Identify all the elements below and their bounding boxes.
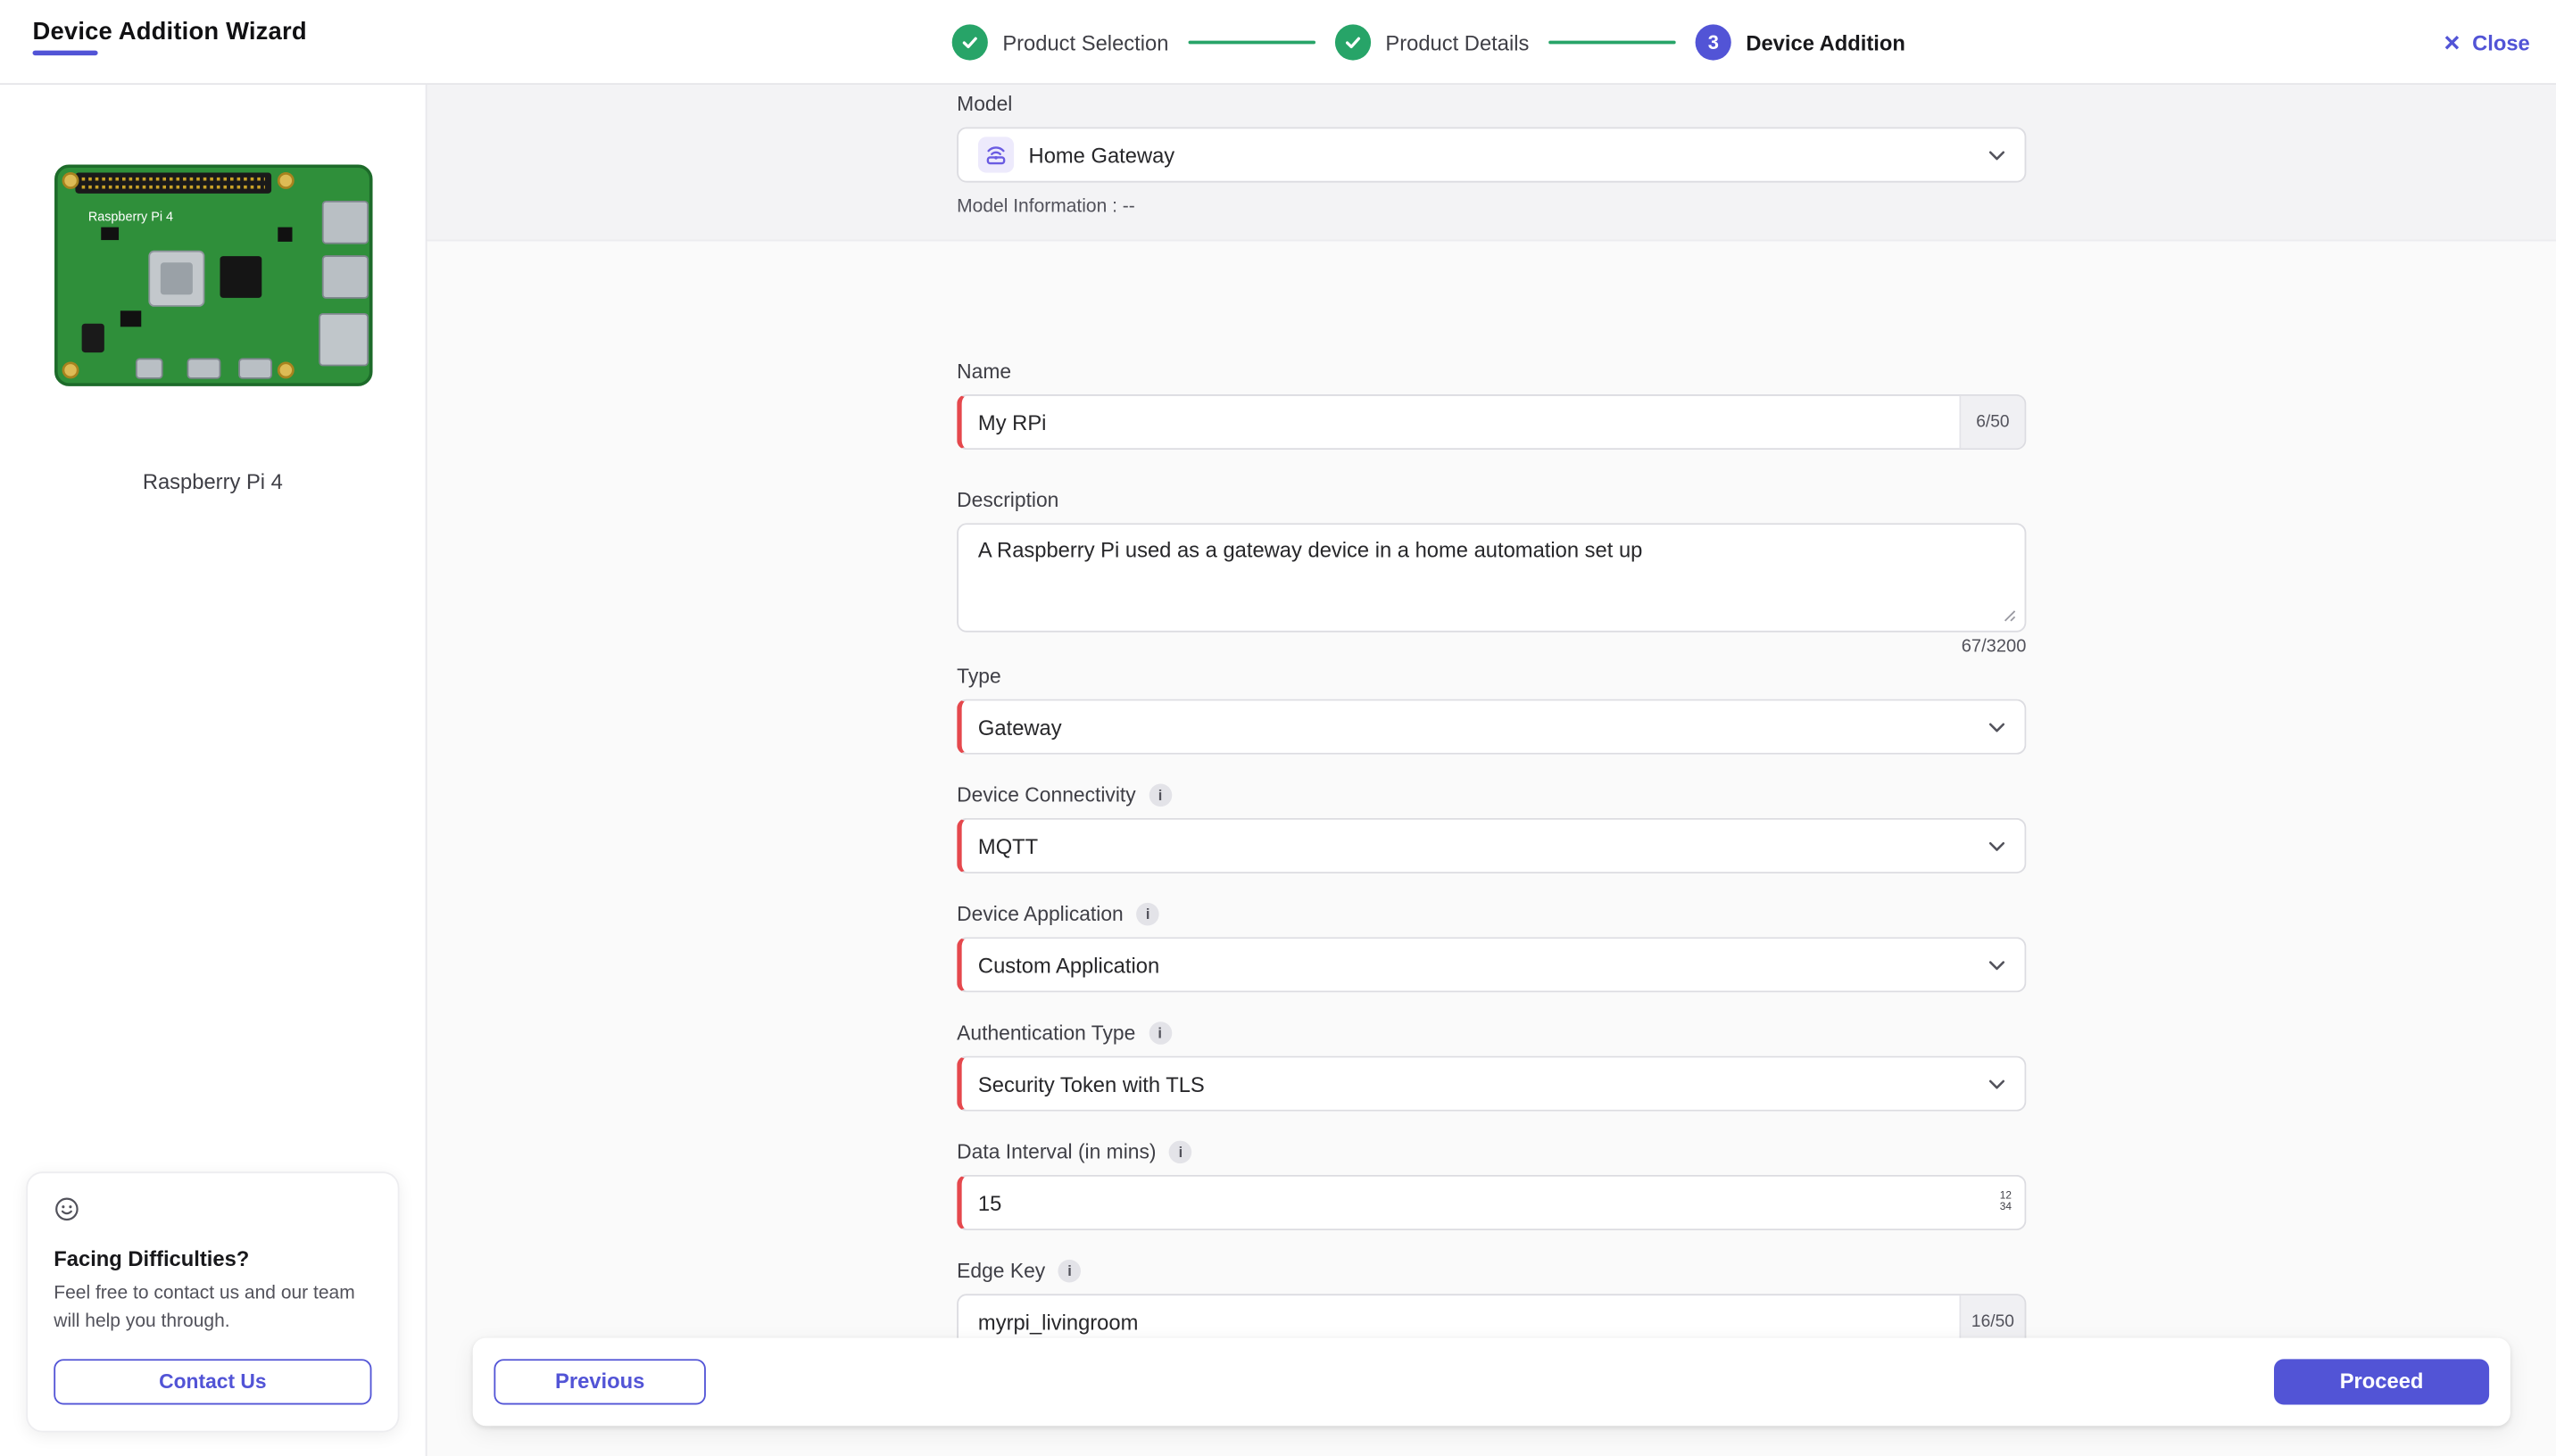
page-title: Device Addition Wizard [32, 18, 307, 46]
edge-key-label: Edge Key i [957, 1259, 2026, 1283]
svg-text:Raspberry Pi 4: Raspberry Pi 4 [87, 210, 172, 224]
model-section: Model Home Gateway Model Information: -… [427, 84, 2556, 242]
name-field-row: Name My RPi 6/50 [957, 360, 2027, 451]
device-application-label: Device Application i [957, 902, 2026, 926]
data-interval-label: Data Interval (in mins) i [957, 1140, 2026, 1164]
step-complete-check-icon [1334, 24, 1371, 61]
number-stepper[interactable]: 12 34 [2000, 1191, 2012, 1213]
device-form: Name My RPi 6/50 Description A Raspberry… [957, 241, 2027, 1350]
step-product-details[interactable]: Product Details [1334, 24, 1530, 61]
name-char-counter: 6/50 [1959, 395, 2025, 449]
authentication-type-select[interactable]: Security Token with TLS [957, 1055, 2027, 1112]
authentication-type-label: Authentication Type i [957, 1022, 2026, 1045]
help-card: Facing Difficulties? Feel free to contac… [26, 1171, 400, 1432]
name-label: Name [957, 360, 1012, 384]
device-connectivity-label: Device Connectivity i [957, 783, 2026, 807]
previous-button[interactable]: Previous [494, 1358, 706, 1404]
model-information-text: Model Information : -- [957, 197, 1135, 217]
step-connector [1188, 40, 1315, 45]
model-value: Home Gateway [1028, 142, 1175, 168]
step-label: Product Details [1385, 29, 1530, 55]
chevron-down-icon [1988, 145, 2007, 165]
gateway-icon [977, 136, 1015, 173]
description-char-counter: 67/3200 [1961, 637, 2027, 658]
step-label: Device Addition [1746, 29, 1905, 55]
help-title: Facing Difficulties? [54, 1246, 250, 1271]
interval-field-row: Data Interval (in mins) i 15 12 34 [957, 1140, 2027, 1231]
data-interval-input[interactable]: 15 12 34 [957, 1174, 2027, 1231]
device-application-select[interactable]: Custom Application [957, 937, 2027, 993]
info-icon[interactable]: i [1149, 783, 1172, 807]
info-icon[interactable]: i [1136, 902, 1159, 926]
contact-us-button[interactable]: Contact Us [54, 1358, 372, 1404]
smiley-icon [54, 1197, 79, 1228]
chevron-down-icon [1988, 1074, 2007, 1094]
info-icon[interactable]: i [1169, 1140, 1192, 1164]
type-label: Type [957, 665, 1001, 688]
step-label: Product Selection [1002, 29, 1169, 55]
model-label: Model [957, 93, 1013, 116]
wizard-stepper: Product Selection Product Details 3 Devi… [951, 0, 1905, 85]
type-select[interactable]: Gateway [957, 699, 2027, 755]
application-field-row: Device Application i Custom Application [957, 902, 2027, 993]
title-underline [32, 50, 98, 56]
info-icon[interactable]: i [1148, 1022, 1172, 1045]
chevron-down-icon [1988, 836, 2007, 856]
device-addition-wizard: Device Addition Wizard Product Selection… [0, 0, 2556, 1456]
close-icon: ✕ [2443, 29, 2461, 55]
auth-field-row: Authentication Type i Security Token wit… [957, 1022, 2027, 1112]
step-product-selection[interactable]: Product Selection [951, 24, 1169, 61]
help-body: Feel free to contact us and our team wil… [54, 1284, 355, 1331]
info-icon[interactable]: i [1058, 1259, 1082, 1283]
header-title-block: Device Addition Wizard [32, 18, 307, 56]
close-label: Close [2472, 29, 2530, 55]
device-connectivity-select[interactable]: MQTT [957, 817, 2027, 874]
connectivity-field-row: Device Connectivity i MQTT [957, 783, 2027, 874]
close-button[interactable]: ✕ Close [2443, 0, 2529, 85]
type-field-row: Type Gateway [957, 665, 2027, 755]
chevron-down-icon [1988, 717, 2007, 737]
main-content: Model Home Gateway Model Information: -… [427, 84, 2556, 1456]
name-input[interactable]: My RPi 6/50 [957, 394, 2027, 451]
edge-key-field-row: Edge Key i myrpi_livingroom 16/50 [957, 1259, 2027, 1350]
step-complete-check-icon [951, 24, 988, 61]
step-number-badge: 3 [1695, 24, 1731, 61]
step-device-addition[interactable]: 3 Device Addition [1695, 24, 1905, 61]
wizard-header: Device Addition Wizard Product Selection… [0, 0, 2556, 85]
product-name: Raspberry Pi 4 [142, 469, 283, 494]
description-textarea[interactable]: A Raspberry Pi used as a gateway device … [957, 523, 2027, 633]
description-label: Description [957, 488, 1059, 512]
model-select[interactable]: Home Gateway [957, 127, 2027, 183]
description-field-row: Description A Raspberry Pi used as a gat… [957, 488, 2027, 658]
resize-handle-icon[interactable] [2000, 606, 2016, 622]
step-connector [1548, 40, 1676, 45]
raspberry-pi-photo: Raspberry Pi 4 [52, 163, 375, 388]
proceed-button[interactable]: Proceed [2274, 1358, 2490, 1404]
footer-action-bar: Previous Proceed [472, 1336, 2510, 1426]
sidebar: Raspberry Pi 4 Raspberry Pi 4 Facing Dif… [0, 84, 427, 1456]
chevron-down-icon [1988, 955, 2007, 974]
